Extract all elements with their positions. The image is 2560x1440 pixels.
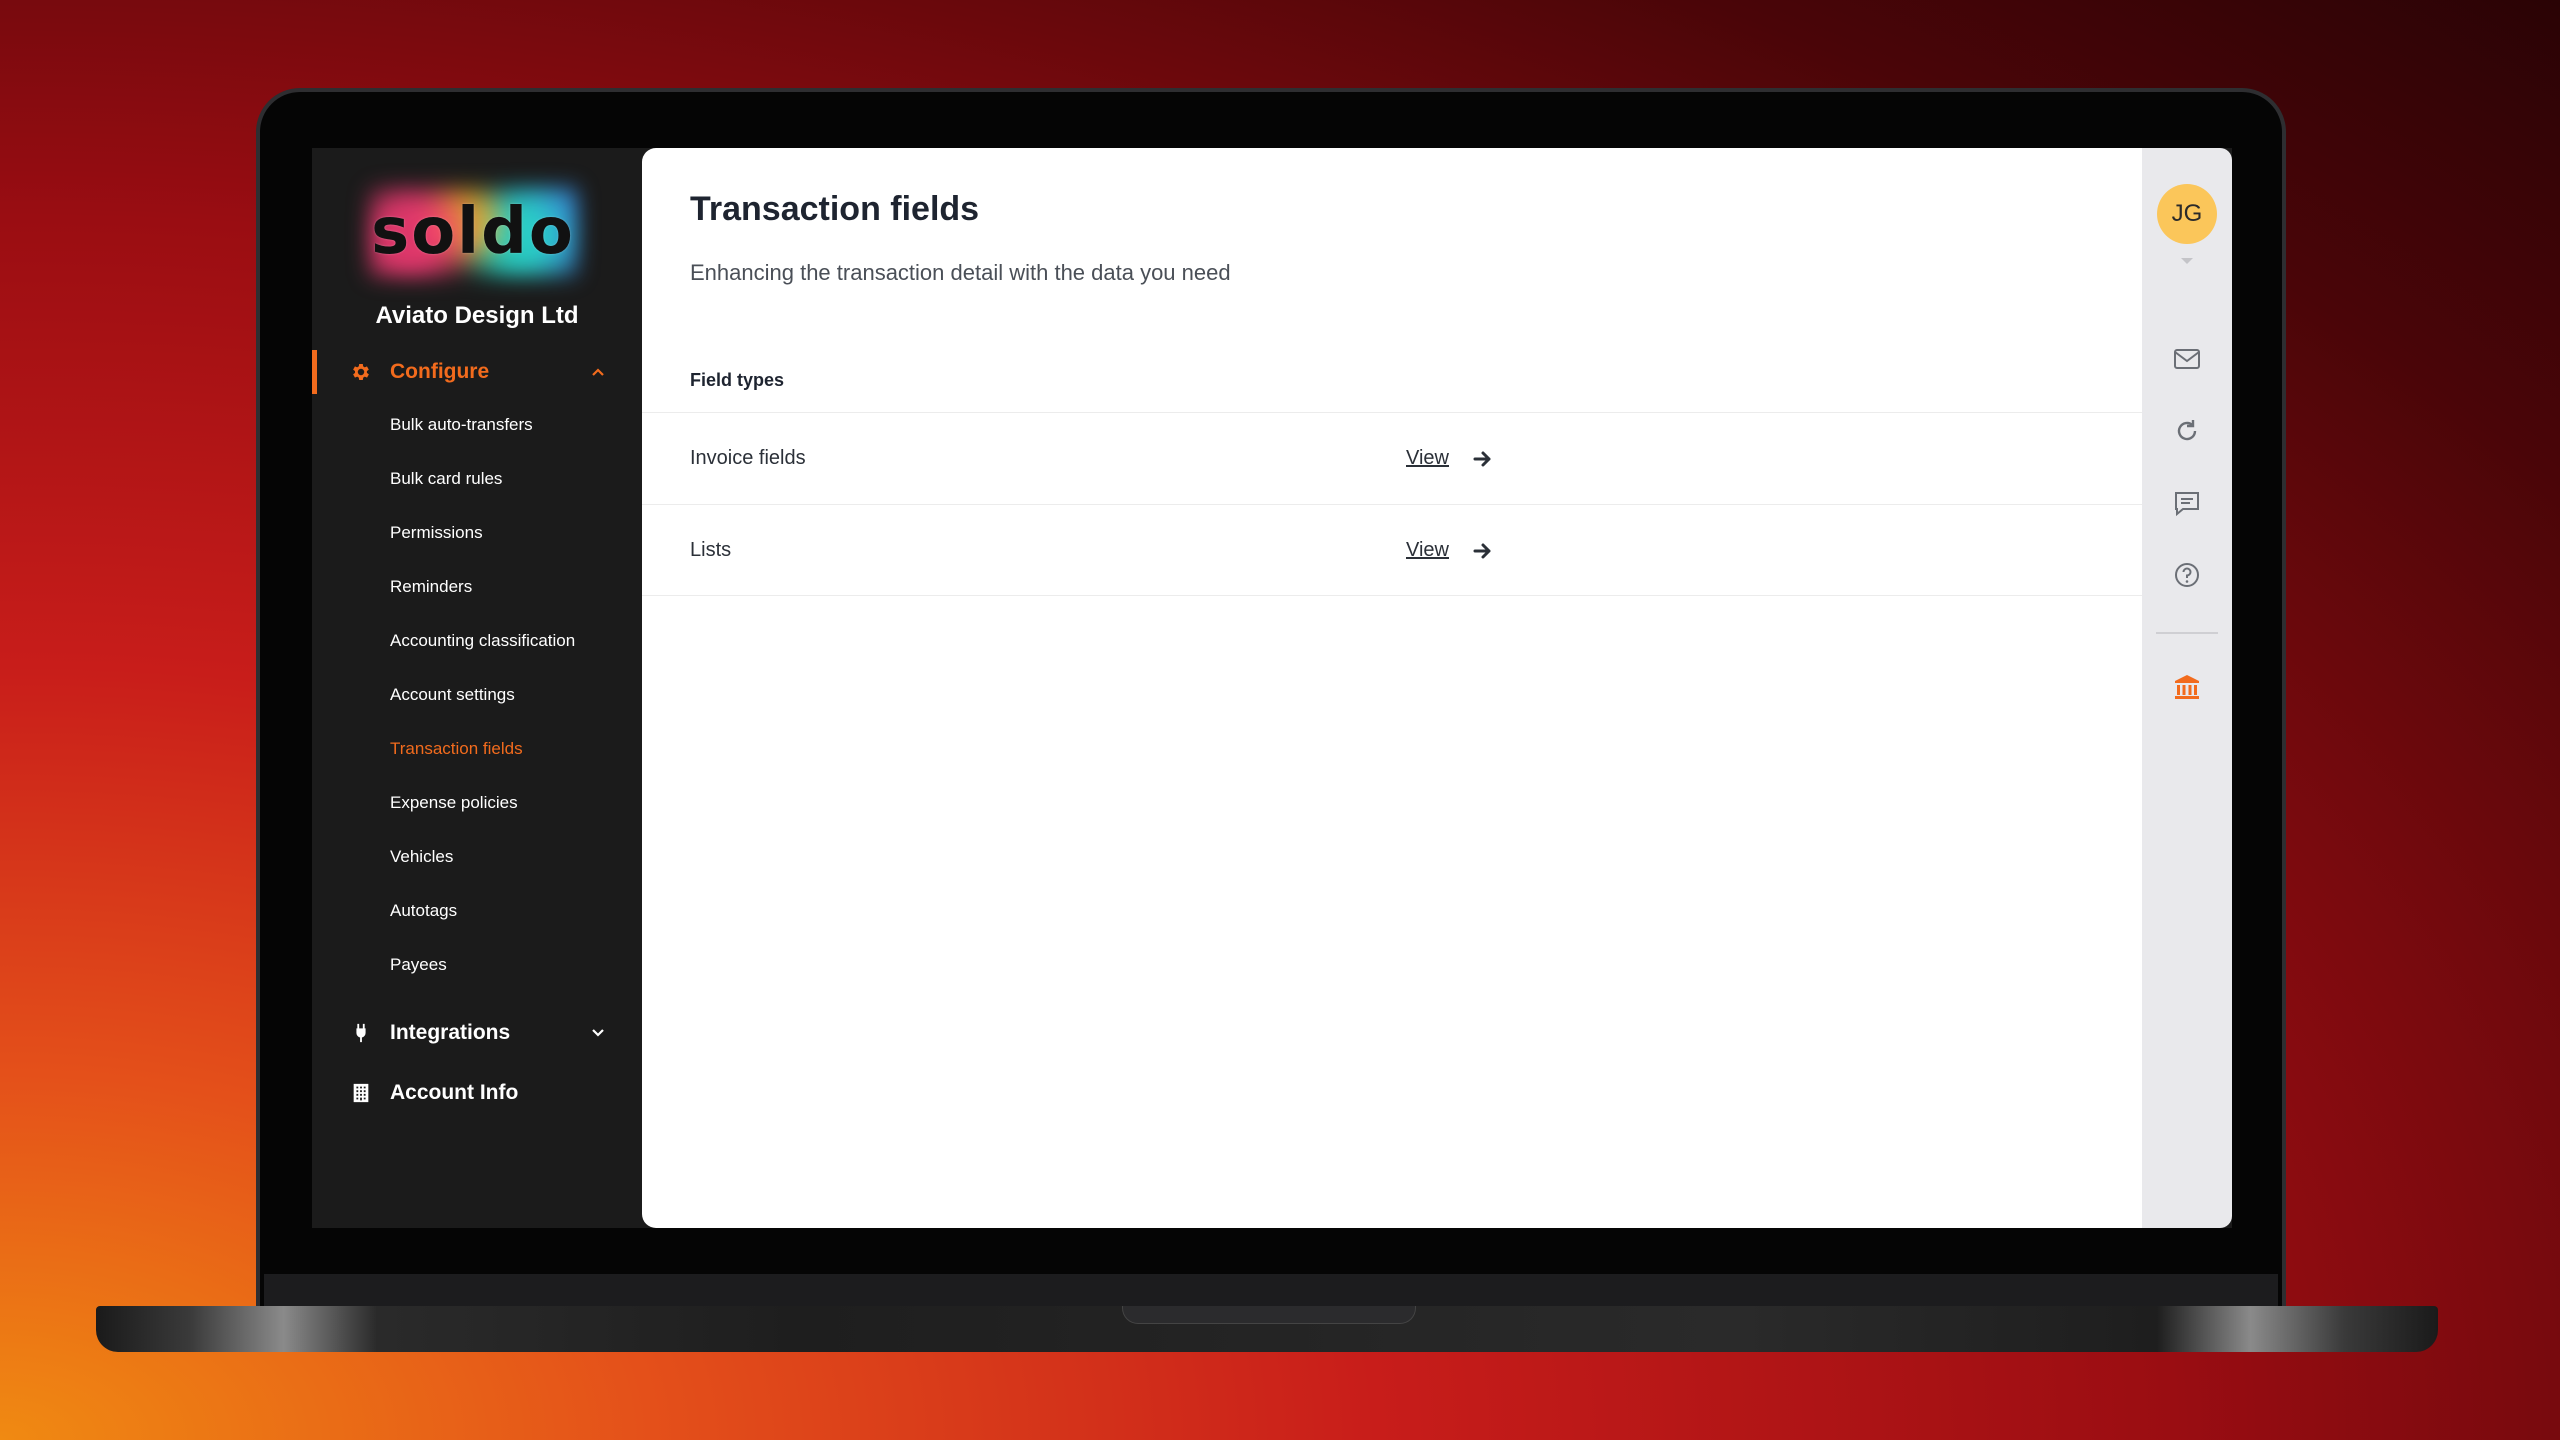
company-name: Aviato Design Ltd (375, 302, 579, 329)
nav-section-integrations[interactable]: Integrations (312, 1011, 642, 1055)
sidebar-item-accounting-classification[interactable]: Accounting classification (390, 628, 575, 654)
sidebar-item-payees[interactable]: Payees (390, 952, 447, 978)
sidebar-item-account-settings[interactable]: Account settings (390, 682, 515, 708)
plug-icon (356, 1023, 366, 1043)
page-subtitle: Enhancing the transaction detail with th… (690, 260, 1231, 285)
app-screen: soldo Aviato Design Ltd Configure Bulk a… (312, 148, 2232, 1228)
view-link[interactable]: View (1406, 447, 1449, 470)
sidebar-item-autotags[interactable]: Autotags (390, 898, 457, 924)
sidebar-item-transaction-fields[interactable]: Transaction fields (390, 736, 523, 762)
sidebar-item-vehicles[interactable]: Vehicles (390, 844, 453, 870)
building-icon (353, 1083, 369, 1103)
chat-icon[interactable] (2172, 488, 2202, 518)
help-icon[interactable] (2172, 560, 2202, 590)
logo-text: soldo (371, 195, 575, 269)
sidebar-item-reminders[interactable]: Reminders (390, 574, 472, 600)
arrow-right-icon[interactable] (1472, 540, 1494, 562)
bank-icon[interactable] (2172, 672, 2202, 702)
gear-icon (353, 364, 369, 380)
chevron-up-icon (592, 368, 604, 376)
avatar[interactable]: JG (2157, 184, 2217, 244)
nav-section-label: Configure (390, 360, 490, 383)
arrow-right-icon[interactable] (1472, 448, 1494, 470)
sidebar: soldo Aviato Design Ltd Configure Bulk a… (312, 148, 642, 1228)
table-row: Invoice fields View (642, 412, 2142, 504)
caret-down-icon[interactable] (2179, 256, 2195, 266)
refresh-icon[interactable] (2172, 416, 2202, 446)
row-name: Lists (690, 539, 732, 561)
sidebar-item-expense-policies[interactable]: Expense policies (390, 790, 518, 816)
page-title: Transaction fields (690, 190, 980, 228)
sidebar-item-bulk-card-rules[interactable]: Bulk card rules (390, 466, 502, 492)
chevron-down-icon (592, 1029, 604, 1037)
sidebar-item-bulk-auto-transfers[interactable]: Bulk auto-transfers (390, 412, 533, 438)
right-rail: JG (2142, 148, 2232, 1228)
nav-section-account-info[interactable]: Account Info (312, 1071, 642, 1115)
main-content: Transaction fields Enhancing the transac… (642, 148, 2142, 1228)
nav-section-label: Account Info (390, 1081, 519, 1104)
laptop-notch (1122, 1306, 1416, 1324)
field-types-header: Field types (690, 370, 785, 390)
backdrop: soldo Aviato Design Ltd Configure Bulk a… (0, 0, 2560, 1440)
nav-section-configure[interactable]: Configure (312, 350, 642, 394)
rail-divider (2156, 632, 2218, 634)
soldo-logo[interactable]: soldo (368, 186, 578, 278)
mail-icon[interactable] (2172, 344, 2202, 374)
nav-section-label: Integrations (390, 1021, 511, 1044)
table-row: Lists View (642, 504, 2142, 596)
active-indicator (312, 350, 317, 394)
sidebar-item-permissions[interactable]: Permissions (390, 520, 483, 546)
view-link[interactable]: View (1406, 539, 1449, 562)
laptop-chin (264, 1274, 2278, 1306)
row-name: Invoice fields (690, 447, 806, 469)
